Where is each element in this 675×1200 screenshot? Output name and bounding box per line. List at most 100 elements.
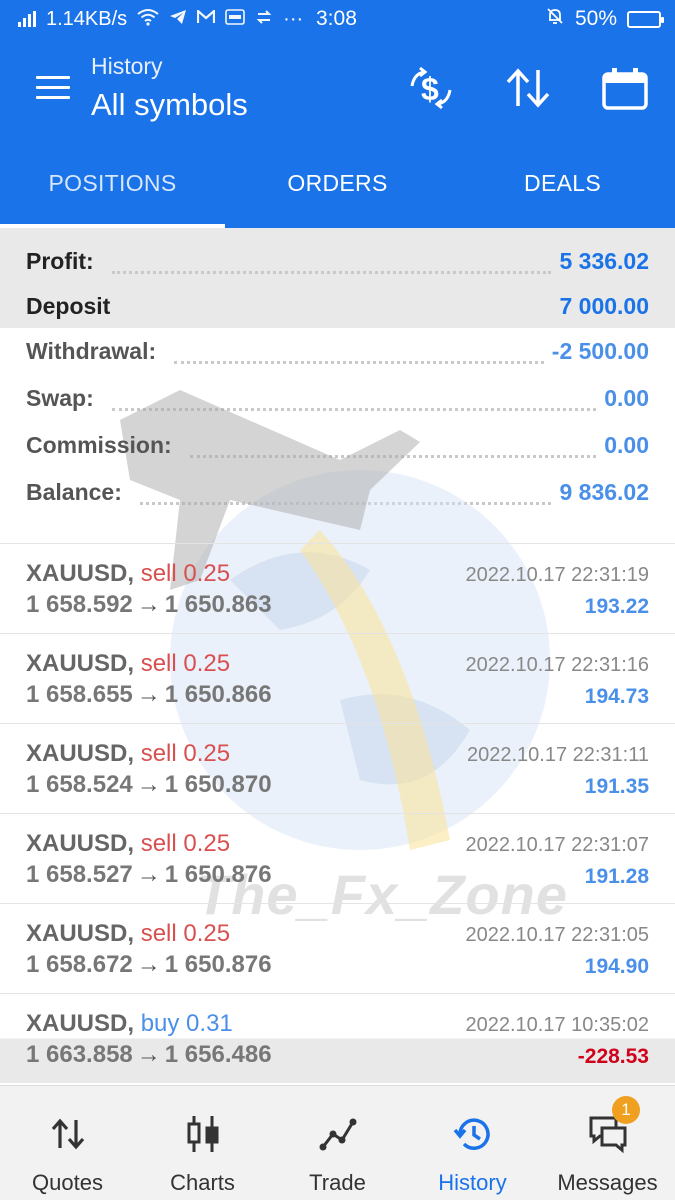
deal-side: sell 0.25 (140, 560, 231, 587)
dot-leader (189, 434, 597, 458)
summary-row-deposit: Deposit 7 000.00 (0, 285, 675, 328)
deal-symbol: XAUUSD, buy 0.31 (26, 1010, 233, 1037)
nav-label: Quotes (32, 1170, 103, 1195)
nav-history[interactable]: History (405, 1086, 540, 1200)
history-icon (453, 1118, 490, 1150)
header-title[interactable]: All symbols (91, 87, 248, 123)
deal-prices: 1 658.655 → 1 650.866 (26, 681, 272, 708)
deal-time: 2022.10.17 22:31:07 (465, 834, 649, 856)
summary-label: Swap: (26, 385, 94, 411)
summary-label: Balance: (26, 479, 122, 505)
deal-side: sell 0.25 (140, 740, 231, 767)
nav-messages[interactable]: Messages 1 (540, 1086, 675, 1200)
summary-value: 9 836.02 (559, 479, 649, 505)
summary-value: 7 000.00 (559, 293, 649, 319)
summary-label: Profit: (26, 248, 104, 275)
summary-row-profit: Profit: 5 336.02 (0, 238, 675, 285)
deal-time: 2022.10.17 22:31:16 (465, 654, 649, 676)
nav-label: Charts (170, 1170, 235, 1195)
status-left: 1.14KB/s ··· (18, 8, 303, 31)
deal-side: sell 0.25 (140, 920, 231, 947)
deal-row[interactable]: XAUUSD, sell 0.25 1 658.592 → 1 650.863 20… (0, 543, 675, 633)
quotes-icon (51, 1118, 84, 1150)
summary-label: Deposit (26, 293, 121, 320)
deal-profit: 194.73 (584, 685, 649, 708)
deal-profit: 193.22 (584, 595, 649, 618)
mute-icon (545, 6, 565, 32)
summary-value: 5 336.02 (559, 248, 649, 274)
dot-leader (128, 295, 551, 319)
summary-value: 0.00 (604, 385, 649, 411)
deal-profit: -228.53 (577, 1045, 649, 1068)
status-time: 3:08 (316, 7, 357, 30)
deal-row[interactable]: XAUUSD, sell 0.25 1 658.524 → 1 650.870 20… (0, 723, 675, 813)
sort-icon[interactable] (503, 66, 553, 110)
deal-time: 2022.10.17 22:31:05 (465, 924, 649, 946)
currency-exchange-icon[interactable]: $ (406, 66, 456, 110)
deal-symbol: XAUUSD, sell 0.25 (26, 560, 231, 587)
deal-row[interactable]: XAUUSD, buy 0.31 1 663.858 → 1 656.486 202… (0, 993, 675, 1083)
messages-badge: 1 (612, 1096, 640, 1124)
dot-leader (174, 340, 544, 364)
deal-row[interactable]: XAUUSD, sell 0.25 1 658.672 → 1 650.876 20… (0, 903, 675, 993)
nav-trade[interactable]: Trade (270, 1086, 405, 1200)
nav-label: Messages (557, 1170, 658, 1195)
dot-leader (111, 250, 552, 274)
nav-label: History (438, 1170, 507, 1195)
deal-prices: 1 658.527 → 1 650.876 (26, 861, 272, 888)
deal-symbol: XAUUSD, sell 0.25 (26, 920, 231, 947)
deal-prices: 1 658.524 → 1 650.870 (26, 771, 272, 798)
deal-profit: 191.28 (584, 865, 649, 888)
svg-text:$: $ (421, 71, 439, 107)
summary-row-commission: Commission: 0.00 (0, 422, 675, 469)
nav-charts[interactable]: Charts (135, 1086, 270, 1200)
summary-row-swap: Swap: 0.00 (0, 375, 675, 422)
deal-symbol: XAUUSD, sell 0.25 (26, 650, 231, 677)
bottom-nav: Quotes Charts Trade History Messages 1 (0, 1085, 675, 1200)
status-right: 50% (545, 6, 664, 32)
deal-prices: 1 658.592 → 1 650.863 (26, 591, 272, 618)
deal-symbol: XAUUSD, sell 0.25 (26, 740, 231, 767)
status-bar: 1.14KB/s ··· 3:08 50% (0, 0, 675, 38)
vpn-icon (225, 8, 245, 30)
more-notifications: ··· (283, 7, 304, 30)
deal-row[interactable]: XAUUSD, sell 0.25 1 658.655 → 1 650.866 20… (0, 633, 675, 723)
deal-side: buy 0.31 (140, 1010, 233, 1037)
summary-value: 0.00 (604, 432, 649, 458)
deal-profit: 191.35 (584, 775, 649, 798)
dot-leader (111, 387, 597, 411)
signal-icon (18, 11, 36, 27)
deal-time: 2022.10.17 22:31:11 (466, 744, 649, 766)
deal-time: 2022.10.17 22:31:19 (465, 564, 649, 586)
summary-label: Withdrawal: (26, 338, 157, 364)
charts-icon (187, 1116, 218, 1152)
nav-label: Trade (309, 1170, 366, 1195)
deal-side: sell 0.25 (140, 830, 231, 857)
header-subtitle: History (91, 53, 163, 79)
calendar-icon[interactable] (600, 66, 650, 110)
tab-orders[interactable]: ORDERS (225, 138, 450, 228)
deal-profit: 194.90 (584, 955, 649, 978)
deal-row[interactable]: XAUUSD, sell 0.25 1 658.527 → 1 650.876 20… (0, 813, 675, 903)
summary-row-balance: Balance: 9 836.02 (0, 469, 675, 516)
nav-quotes[interactable]: Quotes (0, 1086, 135, 1200)
sync-icon (255, 9, 273, 30)
history-tabs: POSITIONS ORDERS DEALS (0, 138, 675, 228)
trade-icon (319, 1118, 356, 1151)
deal-time: 2022.10.17 10:35:02 (465, 1014, 649, 1036)
menu-icon[interactable] (36, 76, 70, 100)
deal-prices: 1 658.672 → 1 650.876 (26, 951, 272, 978)
telegram-icon (169, 9, 187, 30)
deal-symbol: XAUUSD, sell 0.25 (26, 830, 231, 857)
deal-prices: 1 663.858 → 1 656.486 (26, 1041, 272, 1068)
tab-deals[interactable]: DEALS (450, 138, 675, 228)
dot-leader (139, 481, 552, 505)
network-speed: 1.14KB/s (46, 7, 128, 30)
wifi-icon (137, 8, 159, 31)
battery-percent: 50% (574, 7, 617, 30)
summary-row-withdrawal: Withdrawal: -2 500.00 (0, 328, 675, 375)
tab-positions[interactable]: POSITIONS (0, 138, 225, 228)
app-header: History All symbols $ (0, 38, 675, 138)
deal-side: sell 0.25 (140, 650, 231, 677)
battery-icon (627, 10, 664, 28)
